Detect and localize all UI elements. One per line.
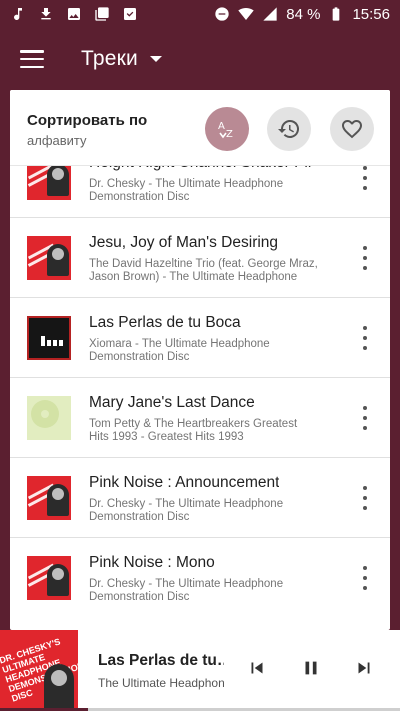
sort-header: Сортировать по алфавиту A Z <box>10 90 390 166</box>
status-bar: 84 % 15:56 <box>0 0 400 28</box>
album-art <box>27 396 71 440</box>
track-subtitle: Dr. Chesky - The Ultimate Headphone Demo… <box>89 178 284 203</box>
caret-down-icon[interactable] <box>149 56 162 62</box>
more-vert-icon[interactable] <box>357 486 373 510</box>
heart-outline-icon <box>342 120 362 139</box>
inbox-icon <box>122 6 138 22</box>
tracks-card: Сортировать по алфавиту A Z Height Right… <box>10 90 390 630</box>
page-title[interactable]: Треки <box>81 47 138 71</box>
album-art <box>27 316 71 360</box>
download-icon <box>38 6 54 22</box>
track-subtitle: The David Hazeltine Trio (feat. George M… <box>89 258 318 283</box>
list-item[interactable]: Pink Noise : Mono Dr. Chesky - The Ultim… <box>10 538 390 618</box>
battery-percent: 84 % <box>286 5 321 23</box>
sort-recent-button[interactable] <box>267 107 311 151</box>
skip-previous-button[interactable] <box>245 656 269 680</box>
app-bar: Треки <box>0 28 400 90</box>
more-vert-icon[interactable] <box>357 326 373 350</box>
sort-value: алфавиту <box>27 133 87 148</box>
track-subtitle: Xiomara - The Ultimate Headphone Demonst… <box>89 338 270 363</box>
svg-text:A: A <box>218 121 225 132</box>
clock: 15:56 <box>352 5 390 23</box>
album-art <box>27 236 71 280</box>
image-icon <box>66 6 82 22</box>
list-item[interactable]: Las Perlas de tu Boca Xiomara - The Ulti… <box>10 298 390 378</box>
battery-icon <box>328 6 344 22</box>
svg-text:Z: Z <box>226 129 233 140</box>
skip-next-button[interactable] <box>352 656 376 680</box>
more-vert-icon[interactable] <box>357 246 373 270</box>
album-art <box>27 476 71 520</box>
az-sort-icon: A Z <box>218 121 233 140</box>
wifi-icon <box>238 6 254 22</box>
now-playing-title[interactable]: Las Perlas de tu… <box>98 652 224 670</box>
mini-player[interactable]: Dr. Chesky's Ultimate Headphone Demonstr… <box>0 630 400 711</box>
track-title: Mary Jane's Last Dance <box>89 394 255 411</box>
hamburger-menu-icon[interactable] <box>20 50 44 68</box>
skip-previous-icon <box>251 662 263 674</box>
track-subtitle: Tom Petty & The Heartbreakers Greatest H… <box>89 418 298 443</box>
now-playing-album-art[interactable]: Dr. Chesky's Ultimate Headphone Demonstr… <box>0 630 78 708</box>
now-playing-subtitle[interactable]: The Ultimate Headphon… <box>98 676 224 690</box>
skip-next-icon <box>358 662 370 674</box>
pause-icon <box>305 661 317 675</box>
gallery-icon <box>94 6 110 22</box>
history-icon <box>278 119 300 138</box>
track-title: Pink Noise : Announcement <box>89 474 280 491</box>
sort-favorite-button[interactable] <box>330 107 374 151</box>
track-subtitle: Dr. Chesky - The Ultimate Headphone Demo… <box>89 578 284 603</box>
do-not-disturb-icon <box>214 6 230 22</box>
album-art <box>27 556 71 600</box>
music-note-icon <box>10 6 26 22</box>
track-title: Pink Noise : Mono <box>89 554 215 571</box>
list-item[interactable]: Jesu, Joy of Man's Desiring The David Ha… <box>10 218 390 298</box>
more-vert-icon[interactable] <box>357 566 373 590</box>
track-title: Las Perlas de tu Boca <box>89 314 241 331</box>
sort-alphabet-button[interactable]: A Z <box>205 107 249 151</box>
list-item[interactable]: Pink Noise : Announcement Dr. Chesky - T… <box>10 458 390 538</box>
list-item[interactable]: Mary Jane's Last Dance Tom Petty & The H… <box>10 378 390 458</box>
sort-label: Сортировать по <box>27 112 148 129</box>
signal-icon <box>262 6 278 22</box>
track-list: Height Right Channel Shaker Pil Dr. Ches… <box>10 138 390 618</box>
more-vert-icon[interactable] <box>357 166 373 190</box>
track-title: Jesu, Joy of Man's Desiring <box>89 234 279 251</box>
more-vert-icon[interactable] <box>357 406 373 430</box>
track-subtitle: Dr. Chesky - The Ultimate Headphone Demo… <box>89 498 284 523</box>
pause-button[interactable] <box>299 656 323 680</box>
